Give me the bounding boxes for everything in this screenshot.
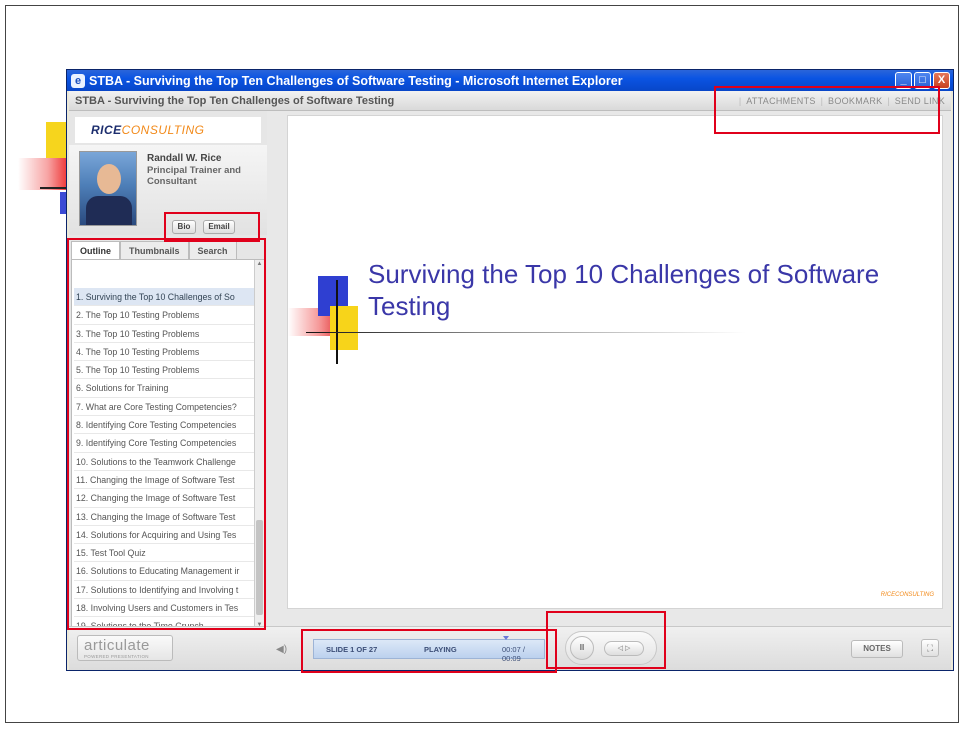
fullscreen-icon[interactable]: ⛶	[921, 639, 939, 657]
annotation-box-playback	[546, 611, 666, 669]
window-title: STBA - Surviving the Top Ten Challenges …	[89, 73, 623, 88]
slide-canvas: Surviving the Top 10 Challenges of Softw…	[287, 115, 943, 609]
annotation-box-outline	[67, 238, 266, 630]
logo-part2: CONSULTING	[121, 123, 205, 137]
presenter-photo	[79, 151, 137, 226]
annotation-box-progress	[301, 629, 557, 673]
deco-yellow-shape	[46, 122, 68, 158]
ie-logo-icon: e	[71, 73, 85, 88]
articulate-logo[interactable]: articulate POWERED PRESENTATION	[77, 635, 173, 661]
annotation-box-header-links	[714, 86, 940, 134]
notes-button[interactable]: NOTES	[851, 640, 903, 658]
slide-footer-logo: RICECONSULTING	[880, 592, 934, 598]
slide-title: Surviving the Top 10 Challenges of Softw…	[368, 259, 880, 321]
presenter-name: Randall W. Rice	[147, 153, 222, 164]
slide-yellow-shape	[330, 306, 358, 350]
presenter-role: Principal Trainer and Consultant	[147, 165, 241, 187]
player-title: STBA - Surviving the Top Ten Challenges …	[75, 95, 395, 107]
deco-pink-shape	[18, 158, 68, 190]
articulate-sub: POWERED PRESENTATION	[84, 654, 149, 659]
slide-vertical-line	[336, 280, 338, 364]
logo-part1: RICE	[91, 123, 122, 137]
articulate-brand: articulate	[84, 637, 150, 654]
company-logo: RICECONSULTING	[75, 117, 261, 143]
speaker-icon[interactable]: ◀)	[276, 644, 287, 655]
slide-horizontal-line	[306, 332, 746, 333]
